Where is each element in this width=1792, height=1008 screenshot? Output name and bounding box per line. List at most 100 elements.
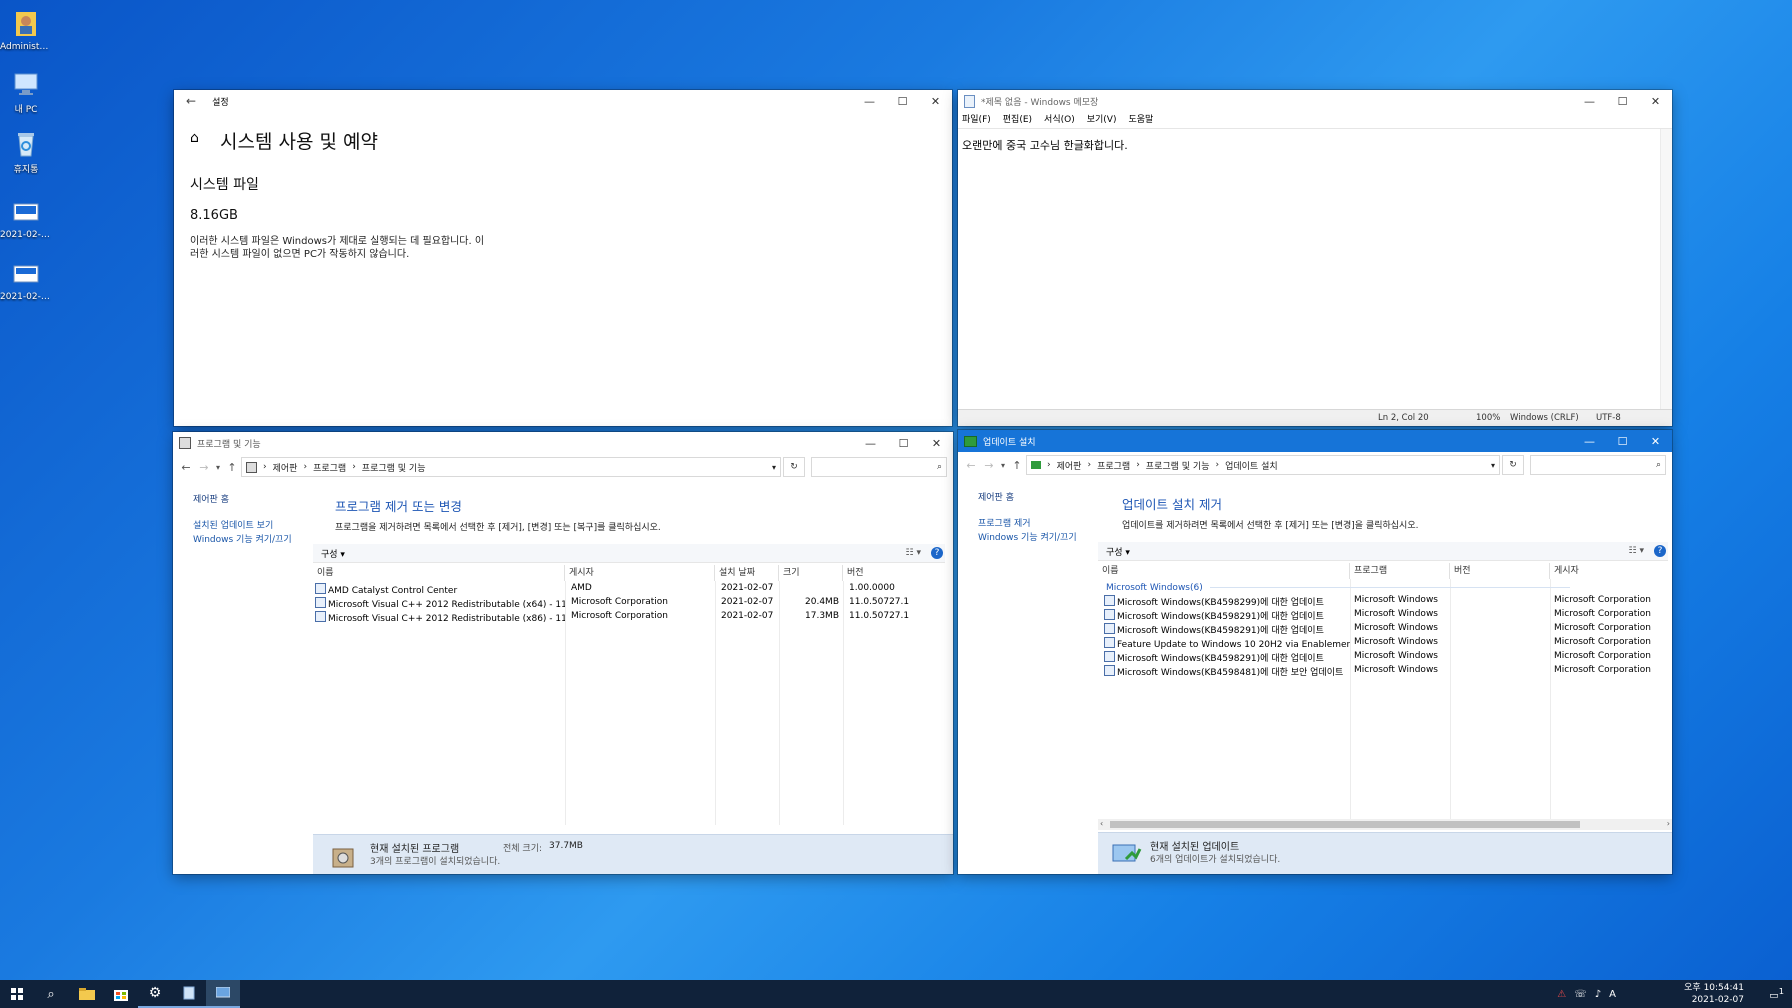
close-button[interactable]: ✕ xyxy=(1639,90,1672,112)
breadcrumb-item[interactable]: 프로그램 및 기능 xyxy=(362,461,426,474)
table-row[interactable]: Microsoft Windows(KB4598291)에 대한 업데이트 Mi… xyxy=(1102,651,1666,663)
table-row[interactable]: Microsoft Visual C++ 2012 Redistributabl… xyxy=(313,597,943,609)
sidebar-link-uninstall-program[interactable]: 프로그램 제거 xyxy=(978,516,1031,529)
column-header-name[interactable]: 이름 xyxy=(1098,563,1350,579)
notification-center-button[interactable]: ▭1 xyxy=(1769,986,1784,1001)
address-bar[interactable]: › 제어판 › 프로그램 › 프로그램 및 기능 › 업데이트 설치 ▾ xyxy=(1026,455,1500,475)
sidebar-link-windows-features[interactable]: Windows 기능 켜기/끄기 xyxy=(193,532,292,545)
menu-file[interactable]: 파일(F) xyxy=(962,112,991,128)
breadcrumb-item[interactable]: 프로그램 및 기능 xyxy=(1146,459,1210,472)
forward-arrow-icon[interactable]: → xyxy=(195,461,213,474)
column-header-size[interactable]: 크기 xyxy=(779,565,843,581)
breadcrumb-item[interactable]: 제어판 xyxy=(1057,459,1082,472)
close-button[interactable]: ✕ xyxy=(1639,430,1672,452)
horizontal-scrollbar[interactable]: ‹ › xyxy=(1098,819,1672,830)
network-icon[interactable]: ☏ xyxy=(1574,989,1587,1000)
sidebar-link-view-updates[interactable]: 설치된 업데이트 보기 xyxy=(193,518,273,531)
group-header[interactable]: Microsoft Windows(6) xyxy=(1106,583,1570,593)
start-button[interactable] xyxy=(0,980,34,1008)
help-icon[interactable]: ? xyxy=(931,547,943,559)
maximize-button[interactable]: ☐ xyxy=(1606,430,1639,452)
taskbar-notepad[interactable] xyxy=(172,980,206,1008)
chevron-down-icon[interactable]: ▾ xyxy=(1491,461,1495,470)
vertical-scrollbar[interactable] xyxy=(1660,129,1672,410)
column-header-version[interactable]: 버전 xyxy=(843,565,943,581)
close-button[interactable]: ✕ xyxy=(919,90,952,112)
table-row[interactable]: Microsoft Windows(KB4598299)에 대한 업데이트 Mi… xyxy=(1102,595,1666,607)
settings-titlebar[interactable]: ← 설정 — ☐ ✕ xyxy=(174,90,952,112)
maximize-button[interactable]: ☐ xyxy=(887,432,920,454)
recent-dropdown-icon[interactable]: ▾ xyxy=(213,463,223,472)
search-input[interactable]: ⌕ xyxy=(811,457,947,477)
back-arrow-icon[interactable]: ← xyxy=(186,94,196,108)
column-header-program[interactable]: 프로그램 xyxy=(1350,563,1450,579)
sidebar-link-windows-features[interactable]: Windows 기능 켜기/끄기 xyxy=(978,530,1077,543)
sidebar-link-control-panel-home[interactable]: 제어판 홈 xyxy=(978,490,1014,503)
column-header-install-date[interactable]: 설치 날짜 xyxy=(715,565,779,581)
column-header-version[interactable]: 버전 xyxy=(1450,563,1550,579)
taskbar-store[interactable] xyxy=(104,980,138,1008)
home-icon[interactable]: ⌂ xyxy=(190,130,199,146)
table-row[interactable]: Microsoft Windows(KB4598291)에 대한 업데이트 Mi… xyxy=(1102,609,1666,621)
minimize-button[interactable]: — xyxy=(853,90,886,112)
maximize-button[interactable]: ☐ xyxy=(1606,90,1639,112)
minimize-button[interactable]: — xyxy=(1573,90,1606,112)
recent-dropdown-icon[interactable]: ▾ xyxy=(998,461,1008,470)
minimize-button[interactable]: — xyxy=(1573,430,1606,452)
scrollbar-thumb[interactable] xyxy=(1110,821,1580,828)
breadcrumb-item[interactable]: 프로그램 xyxy=(1097,459,1130,472)
breadcrumb-item[interactable]: 업데이트 설치 xyxy=(1225,459,1278,472)
taskbar-control-panel[interactable] xyxy=(206,980,240,1008)
desktop-icon-screenshot-1[interactable]: 2021-02-0... xyxy=(0,196,52,240)
taskbar-file-explorer[interactable] xyxy=(70,980,104,1008)
column-header-name[interactable]: 이름 xyxy=(313,565,565,581)
desktop-icon-this-pc[interactable]: 내 PC xyxy=(0,68,52,115)
ime-indicator[interactable]: A xyxy=(1609,989,1616,1000)
table-row[interactable]: Feature Update to Windows 10 20H2 via En… xyxy=(1102,637,1666,649)
maximize-button[interactable]: ☐ xyxy=(886,90,919,112)
sidebar-link-control-panel-home[interactable]: 제어판 홈 xyxy=(193,492,229,505)
table-row[interactable]: Microsoft Windows(KB4598481)에 대한 보안 업데이트… xyxy=(1102,665,1666,677)
scroll-left-icon[interactable]: ‹ xyxy=(1100,819,1103,828)
taskbar-settings[interactable]: ⚙ xyxy=(138,980,172,1008)
updates-titlebar[interactable]: 업데이트 설치 — ☐ ✕ xyxy=(958,430,1672,452)
menu-help[interactable]: 도움말 xyxy=(1128,112,1153,128)
breadcrumb-item[interactable]: 프로그램 xyxy=(313,461,346,474)
notepad-titlebar[interactable]: *제목 없음 - Windows 메모장 — ☐ ✕ xyxy=(958,90,1672,112)
table-row[interactable]: AMD Catalyst Control Center AMD 2021-02-… xyxy=(313,583,943,595)
up-arrow-icon[interactable]: ↑ xyxy=(223,461,241,474)
menu-edit[interactable]: 편집(E) xyxy=(1003,112,1032,128)
view-options-icon[interactable]: ☷ ▾ xyxy=(1629,546,1644,556)
scroll-right-icon[interactable]: › xyxy=(1667,819,1670,828)
breadcrumb-item[interactable]: 제어판 xyxy=(273,461,298,474)
forward-arrow-icon[interactable]: → xyxy=(980,459,998,472)
address-bar[interactable]: › 제어판 › 프로그램 › 프로그램 및 기능 ▾ xyxy=(241,457,781,477)
chevron-down-icon[interactable]: ▾ xyxy=(772,463,776,472)
volume-icon[interactable]: ♪ xyxy=(1595,989,1601,1000)
network-warning-icon[interactable]: ⚠ xyxy=(1557,989,1566,1000)
organize-button[interactable]: 구성 ▾ xyxy=(1106,545,1130,558)
desktop-icon-recycle-bin[interactable]: 휴지통 xyxy=(0,128,52,175)
back-arrow-icon[interactable]: ← xyxy=(177,461,195,474)
minimize-button[interactable]: — xyxy=(854,432,887,454)
search-button[interactable]: ⌕ xyxy=(34,980,68,1008)
table-row[interactable]: Microsoft Windows(KB4598291)에 대한 업데이트 Mi… xyxy=(1102,623,1666,635)
organize-button[interactable]: 구성 ▾ xyxy=(321,547,345,560)
up-arrow-icon[interactable]: ↑ xyxy=(1008,459,1026,472)
menu-format[interactable]: 서식(O) xyxy=(1044,112,1075,128)
programs-titlebar[interactable]: 프로그램 및 기능 — ☐ ✕ xyxy=(173,432,953,454)
view-options-icon[interactable]: ☷ ▾ xyxy=(906,548,921,558)
desktop-icon-screenshot-2[interactable]: 2021-02-0... xyxy=(0,258,52,302)
close-button[interactable]: ✕ xyxy=(920,432,953,454)
column-header-publisher[interactable]: 게시자 xyxy=(565,565,715,581)
menu-view[interactable]: 보기(V) xyxy=(1087,112,1117,128)
refresh-button[interactable]: ↻ xyxy=(1502,455,1524,475)
column-header-publisher[interactable]: 게시자 xyxy=(1550,563,1668,579)
desktop-icon-user-folder[interactable]: Administra... xyxy=(0,8,52,52)
search-input[interactable]: ⌕ xyxy=(1530,455,1666,475)
refresh-button[interactable]: ↻ xyxy=(783,457,805,477)
help-icon[interactable]: ? xyxy=(1654,545,1666,557)
clock[interactable]: 오후 10:54:41 2021-02-07 xyxy=(1634,982,1744,1006)
text-area[interactable]: 오랜만에 중국 고수님 한글화합니다. xyxy=(958,128,1672,410)
table-row[interactable]: Microsoft Visual C++ 2012 Redistributabl… xyxy=(313,611,943,623)
